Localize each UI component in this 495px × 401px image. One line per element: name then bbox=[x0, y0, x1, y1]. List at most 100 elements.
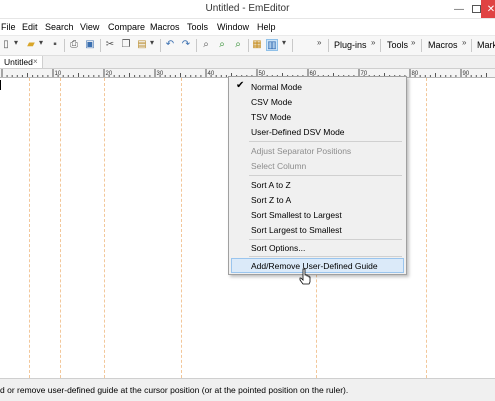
menu-item-sort-largest-smallest[interactable]: Sort Largest to Smallest bbox=[231, 222, 404, 237]
menu-macros[interactable]: Macros bbox=[150, 22, 180, 32]
minimize-button[interactable]: — bbox=[450, 0, 468, 18]
toolbar-separator bbox=[248, 39, 249, 52]
menu-item-select-column: Select Column bbox=[231, 158, 404, 173]
toolbar-separator bbox=[380, 39, 381, 52]
find-next-icon[interactable]: ⌕ bbox=[216, 39, 228, 51]
menu-bar: File Edit Search View Compare Macros Too… bbox=[0, 19, 495, 36]
tab-untitled[interactable]: Untitled × bbox=[0, 56, 43, 68]
ruler-label: 30 bbox=[157, 71, 164, 77]
open-folder-icon[interactable]: ▰ bbox=[25, 39, 37, 51]
menu-item-label: Sort A to Z bbox=[251, 180, 291, 190]
new-file-icon[interactable]: ▯ bbox=[0, 39, 12, 51]
macros-overflow-icon[interactable]: » bbox=[462, 38, 466, 47]
ruler-label: 10 bbox=[55, 71, 62, 77]
menu-file[interactable]: File bbox=[1, 22, 16, 32]
menu-item-label: Sort Smallest to Largest bbox=[251, 210, 342, 220]
menu-view[interactable]: View bbox=[80, 22, 99, 32]
text-cursor bbox=[0, 80, 1, 90]
menu-item-dsv-mode[interactable]: User-Defined DSV Mode bbox=[231, 124, 404, 139]
find-previous-icon[interactable]: ⌕ bbox=[232, 39, 244, 51]
toolbar-tools[interactable]: Tools bbox=[387, 40, 408, 50]
user-defined-guide bbox=[426, 78, 427, 378]
csv-context-menu: ✔ Normal Mode CSV Mode TSV Mode User-Def… bbox=[228, 76, 407, 275]
menu-item-normal-mode[interactable]: ✔ Normal Mode bbox=[231, 79, 404, 94]
menu-window[interactable]: Window bbox=[217, 22, 249, 32]
close-button[interactable]: ✕ bbox=[481, 0, 495, 18]
toolbar-separator bbox=[328, 39, 329, 52]
menu-item-label: TSV Mode bbox=[251, 112, 292, 122]
copy-icon[interactable]: ❐ bbox=[120, 39, 132, 51]
status-bar: d or remove user-defined guide at the cu… bbox=[0, 378, 495, 401]
toolbar-plugins[interactable]: Plug-ins bbox=[334, 40, 367, 50]
menu-edit[interactable]: Edit bbox=[22, 22, 38, 32]
toolbar-overflow-icon[interactable]: » bbox=[317, 38, 321, 47]
print-icon[interactable]: ⎙ bbox=[68, 39, 80, 51]
save-icon[interactable]: ▪ bbox=[49, 39, 61, 51]
menu-item-sort-options[interactable]: Sort Options... bbox=[231, 240, 404, 255]
menu-search[interactable]: Search bbox=[45, 22, 74, 32]
toolbar: ▯ ▾ ▰ ▾ ▪ ⎙ ▣ ✂ ❐ ▤ ▾ ↶ ↷ ⌕ ⌕ ⌕ ▦ ▥ ▾ » … bbox=[0, 36, 495, 56]
menu-item-label: Select Column bbox=[251, 161, 307, 171]
menu-help[interactable]: Help bbox=[257, 22, 276, 32]
menu-item-label: Sort Options... bbox=[251, 243, 306, 253]
toolbar-separator bbox=[471, 39, 472, 52]
tab-bar: Untitled × bbox=[0, 56, 495, 69]
toolbar-separator bbox=[160, 39, 161, 52]
menu-separator bbox=[249, 141, 402, 142]
tab-close-icon[interactable]: × bbox=[33, 56, 38, 68]
menu-item-label: Normal Mode bbox=[251, 82, 303, 92]
menu-item-adjust-separators: Adjust Separator Positions bbox=[231, 143, 404, 158]
undo-icon[interactable]: ↶ bbox=[164, 39, 176, 51]
find-icon[interactable]: ⌕ bbox=[200, 39, 212, 51]
tools-overflow-icon[interactable]: » bbox=[411, 38, 415, 47]
paste-dropdown-icon[interactable]: ▾ bbox=[150, 38, 154, 47]
maximize-icon bbox=[471, 5, 481, 13]
ruler-label: 90 bbox=[463, 71, 470, 77]
new-dropdown-icon[interactable]: ▾ bbox=[14, 38, 18, 47]
status-text: d or remove user-defined guide at the cu… bbox=[0, 385, 349, 395]
menu-item-sort-a-z[interactable]: Sort A to Z bbox=[231, 177, 404, 192]
title-bar: Untitled - EmEditor — ✕ bbox=[0, 0, 495, 19]
redo-icon[interactable]: ↷ bbox=[180, 39, 192, 51]
open-dropdown-icon[interactable]: ▾ bbox=[39, 38, 43, 47]
toolbar-separator bbox=[421, 39, 422, 52]
checkmark-icon: ✔ bbox=[236, 80, 245, 91]
toolbar-separator bbox=[292, 39, 293, 52]
toolbar-separator bbox=[100, 39, 101, 52]
mouse-pointer-icon bbox=[299, 268, 311, 285]
highlight-icon[interactable]: ▦ bbox=[251, 39, 263, 51]
menu-item-tsv-mode[interactable]: TSV Mode bbox=[231, 109, 404, 124]
tab-label: Untitled bbox=[4, 57, 33, 67]
menu-item-sort-smallest-largest[interactable]: Sort Smallest to Largest bbox=[231, 207, 404, 222]
menu-item-label: Sort Z to A bbox=[251, 195, 292, 205]
menu-tools[interactable]: Tools bbox=[187, 22, 208, 32]
user-defined-guide bbox=[104, 78, 105, 378]
menu-separator bbox=[249, 256, 402, 257]
print-preview-icon[interactable]: ▣ bbox=[84, 39, 96, 51]
toolbar-macros[interactable]: Macros bbox=[428, 40, 458, 50]
menu-item-sort-z-a[interactable]: Sort Z to A bbox=[231, 192, 404, 207]
csv-mode-icon[interactable]: ▥ bbox=[266, 39, 278, 51]
csv-dropdown-icon[interactable]: ▾ bbox=[282, 38, 286, 47]
menu-item-label: Sort Largest to Smallest bbox=[251, 225, 342, 235]
user-defined-guide bbox=[181, 78, 182, 378]
cut-icon[interactable]: ✂ bbox=[104, 39, 116, 51]
menu-item-label: CSV Mode bbox=[251, 97, 293, 107]
menu-item-csv-mode[interactable]: CSV Mode bbox=[231, 94, 404, 109]
toolbar-separator bbox=[64, 39, 65, 52]
menu-separator bbox=[249, 175, 402, 176]
menu-compare[interactable]: Compare bbox=[108, 22, 145, 32]
ruler-label: 80 bbox=[412, 71, 419, 77]
paste-icon[interactable]: ▤ bbox=[136, 39, 148, 51]
menu-item-add-remove-guide[interactable]: Add/Remove User-Defined Guide bbox=[231, 258, 404, 273]
ruler-label: 20 bbox=[106, 71, 113, 77]
toolbar-separator bbox=[196, 39, 197, 52]
window-title: Untitled - EmEditor bbox=[205, 3, 290, 14]
plugins-overflow-icon[interactable]: » bbox=[371, 38, 375, 47]
menu-item-label: Add/Remove User-Defined Guide bbox=[251, 261, 378, 271]
menu-item-label: User-Defined DSV Mode bbox=[251, 127, 345, 137]
user-defined-guide bbox=[29, 78, 30, 378]
user-defined-guide bbox=[60, 78, 61, 378]
ruler-label: 40 bbox=[208, 71, 215, 77]
toolbar-mark[interactable]: Mark bbox=[477, 40, 495, 50]
